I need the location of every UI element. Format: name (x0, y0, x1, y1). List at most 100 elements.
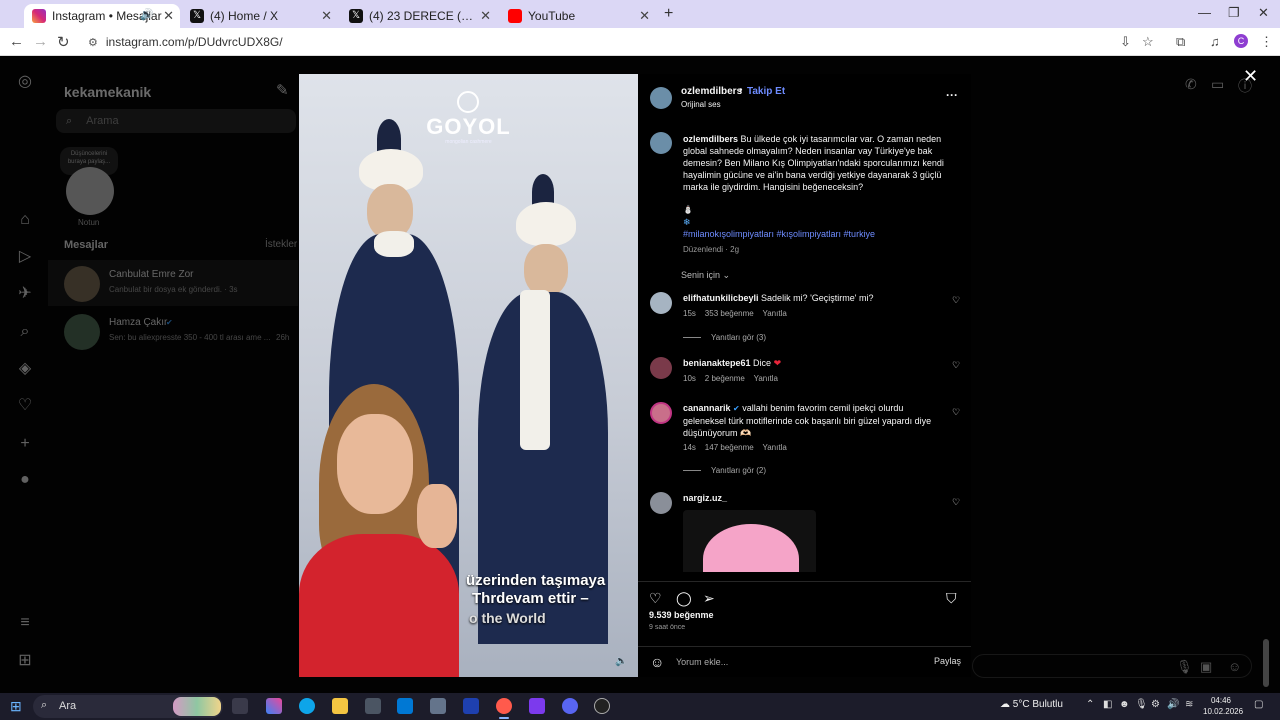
sticker-icon[interactable]: ☺ (1228, 659, 1241, 674)
file-explorer-icon[interactable] (332, 698, 348, 714)
tab-x-home[interactable]: 𝕏 (4) Home / X ✕ (182, 4, 338, 28)
heart-icon[interactable]: ♡ (16, 397, 34, 415)
image-icon[interactable]: ▣ (1200, 659, 1212, 675)
close-tab-icon[interactable]: ✕ (321, 8, 332, 24)
tab-instagram[interactable]: Instagram • Mesajlar 🔊 ✕ (24, 4, 180, 28)
comment-likes[interactable]: 353 beğenme (705, 309, 754, 318)
notifications-icon[interactable]: ▢ (1254, 699, 1263, 710)
comment-icon[interactable]: ◯ (676, 590, 692, 607)
avatar[interactable] (650, 402, 672, 424)
app-icon[interactable] (594, 698, 610, 714)
chrome-icon[interactable] (496, 698, 512, 714)
dm-search-field[interactable]: ⌕ Arama (56, 109, 296, 133)
comment-username[interactable]: elifhatunkilicbeyli (683, 293, 759, 303)
audio-link[interactable]: Orijinal ses (681, 100, 721, 109)
post-media[interactable]: GOYOL mongolian cashmere üzerinden taşım… (299, 74, 638, 677)
scrollbar-thumb[interactable] (1263, 639, 1269, 687)
volume-icon[interactable]: 🔊 (1167, 699, 1179, 710)
comment-username[interactable]: benianaktepe61 (683, 358, 751, 368)
minimize-icon[interactable]: — (1198, 5, 1211, 20)
phone-icon[interactable]: ✆ (1185, 76, 1197, 93)
emoji-icon[interactable]: ☺ (650, 654, 664, 670)
dm-thread[interactable]: Canbulat Emre Zor Canbulat bir dosya ek … (48, 260, 298, 306)
restore-icon[interactable]: ❐ (1228, 5, 1240, 21)
close-tab-icon[interactable]: ✕ (163, 8, 174, 24)
forward-icon[interactable]: → (33, 33, 48, 50)
app-icon[interactable] (463, 698, 479, 714)
extensions-icon[interactable]: ⧉ (1176, 34, 1185, 50)
windows-start-icon[interactable]: ⊞ (10, 698, 22, 715)
tab-x-derece[interactable]: 𝕏 (4) 23 DERECE (@yirmiucderece ✕ (341, 4, 497, 28)
app-icon[interactable] (529, 698, 545, 714)
tray-chevron-icon[interactable]: ⌃ (1086, 699, 1094, 710)
like-comment-icon[interactable]: ♡ (952, 360, 960, 371)
view-replies-button[interactable]: Yanıtları gör (3) (683, 333, 766, 342)
like-comment-icon[interactable]: ♡ (952, 497, 960, 508)
video-call-icon[interactable]: ▭ (1211, 76, 1224, 93)
back-icon[interactable]: ← (9, 33, 24, 50)
new-message-icon[interactable]: ✎ (276, 81, 289, 99)
page-scrollbar[interactable] (1262, 114, 1270, 720)
explore-icon[interactable]: ◈ (16, 360, 34, 378)
bookmark-star-icon[interactable]: ☆ (1142, 34, 1154, 50)
reload-icon[interactable]: ↻ (57, 33, 70, 51)
author-avatar[interactable] (650, 87, 672, 109)
close-tab-icon[interactable]: ✕ (480, 8, 491, 24)
close-tab-icon[interactable]: ✕ (639, 8, 650, 24)
tray-app-icon[interactable]: ◧ (1103, 699, 1112, 710)
tab-youtube[interactable]: YouTube ✕ (500, 4, 656, 28)
taskbar-search[interactable]: ⌕ Ara (33, 695, 223, 718)
store-icon[interactable] (365, 698, 381, 714)
search-icon[interactable]: ⌕ (16, 323, 34, 341)
comment-gif[interactable] (683, 510, 816, 572)
avatar[interactable] (650, 492, 672, 514)
like-icon[interactable]: ♡ (649, 590, 662, 607)
like-count[interactable]: 9.539 beğenme (649, 610, 714, 620)
clock[interactable]: 04:46 10.02.2026 (1203, 695, 1243, 717)
home-icon[interactable]: ⌂ (16, 211, 34, 229)
wifi-icon[interactable]: ≋ (1185, 699, 1193, 710)
microphone-icon[interactable]: 🎙 (1176, 659, 1193, 675)
speaker-icon[interactable]: 🔊 (140, 8, 154, 21)
dm-thread[interactable]: Hamza Çakır ✔ Sen: bu aliexpresste 350 -… (48, 308, 298, 354)
reply-button[interactable]: Yanıtla (754, 374, 778, 383)
meta-apps-icon[interactable]: ⊞ (16, 652, 34, 670)
reels-icon[interactable]: ▷ (16, 248, 34, 266)
post-comment-button[interactable]: Paylaş (934, 656, 961, 666)
menu-icon[interactable]: ⋮ (1260, 34, 1273, 50)
comment-username[interactable]: canannarik (683, 403, 731, 413)
reply-button[interactable]: Yanıtla (762, 443, 786, 452)
comment-likes[interactable]: 147 beğenme (705, 443, 754, 452)
follow-button[interactable]: Takip Et (747, 86, 785, 97)
copilot-icon[interactable] (266, 698, 282, 714)
tray-app-icon[interactable]: ☻ (1119, 699, 1130, 710)
comment-input[interactable] (676, 653, 916, 671)
install-app-icon[interactable]: ⇩ (1120, 34, 1131, 50)
note-avatar[interactable] (66, 167, 114, 215)
reply-button[interactable]: Yanıtla (762, 309, 786, 318)
instagram-logo-icon[interactable]: ◎ (16, 73, 34, 91)
tray-app-icon[interactable]: ⚙ (1151, 699, 1160, 710)
avatar[interactable] (650, 357, 672, 379)
caption-hashtags[interactable]: #milanokışolimpiyatları #kışolimpiyatlar… (683, 229, 875, 239)
requests-link[interactable]: İstekler (265, 239, 297, 250)
save-bookmark-icon[interactable]: ⛉ (946, 590, 957, 607)
edge-icon[interactable] (299, 698, 315, 714)
close-window-icon[interactable]: ✕ (1258, 5, 1269, 21)
author-username[interactable]: ozlemdilbers (681, 86, 742, 97)
more-options-icon[interactable]: ··· (946, 88, 958, 102)
profile-avatar[interactable]: C (1234, 34, 1248, 48)
more-menu-icon[interactable]: ≡ (16, 614, 34, 632)
caption-username[interactable]: ozlemdilbers (683, 134, 738, 144)
like-comment-icon[interactable]: ♡ (952, 407, 960, 418)
close-modal-icon[interactable]: ✕ (1243, 66, 1258, 87)
new-tab-button[interactable]: + (664, 5, 673, 23)
comment-sort-dropdown[interactable]: Senin için ⌄ (681, 270, 730, 281)
discord-icon[interactable] (562, 698, 578, 714)
app-icon[interactable] (430, 698, 446, 714)
url-field[interactable]: ⚙ instagram.com/p/DUdvrcUDX8G/ (80, 31, 1166, 53)
media-control-icon[interactable]: ♫ (1210, 34, 1220, 49)
view-replies-button[interactable]: Yanıtları gör (2) (683, 466, 766, 475)
microphone-icon[interactable]: 🎙 (1135, 699, 1148, 710)
outlook-icon[interactable] (397, 698, 413, 714)
